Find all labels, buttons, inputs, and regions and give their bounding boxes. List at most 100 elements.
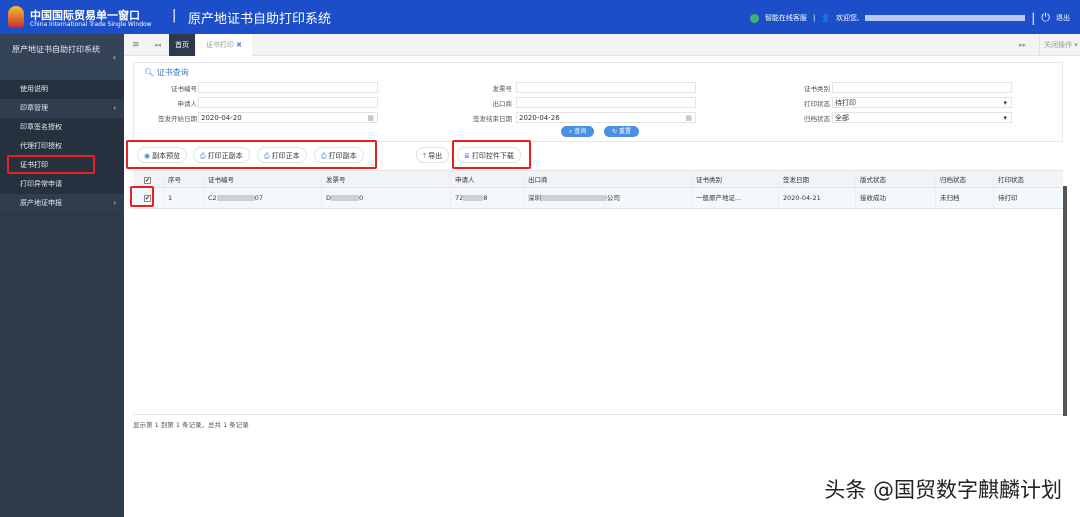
query-title: 🔍︎ 证书查询 (144, 67, 189, 78)
tab-back-icon[interactable]: ◂◂ (154, 34, 161, 56)
print-status-select[interactable]: 待打印 ▾ (832, 97, 1012, 108)
cell-no: 1 (163, 188, 172, 208)
sidebar-item-label: 原产地证申报 (20, 199, 62, 207)
search-button[interactable]: ⌕ 查询 (561, 126, 595, 137)
col-header: 证书编号 (203, 171, 234, 187)
archive-status-value: 全部 (835, 114, 849, 122)
sidebar-item-usage[interactable]: 使用说明 (0, 80, 124, 99)
sidebar-item-label: 打印异常申请 (20, 180, 62, 188)
table-header: ✔ 序号 证书编号 发票号 申请人 出口商 证书类别 签发日期 版式状态 归档状… (133, 170, 1063, 188)
highlight-box (452, 140, 531, 169)
sidebar-item-print-exception[interactable]: 打印异常申请 (0, 175, 124, 194)
pagination-summary: 显示第 1 到第 1 条记录，总共 1 条记录 (133, 421, 249, 429)
logout-button[interactable]: 退出 (1056, 13, 1070, 23)
calendar-icon[interactable]: ▦ (685, 113, 692, 123)
exporter-label: 出口商 (492, 100, 513, 108)
power-icon[interactable]: ⏻ (1041, 11, 1050, 25)
print-status-label: 打印状态 (804, 100, 830, 108)
query-title-text: 证书查询 (156, 68, 189, 77)
calendar-icon[interactable]: ▦ (367, 113, 374, 123)
export-button[interactable]: ⤒ 导出 (416, 147, 450, 163)
cell-print-status: 待打印 (993, 188, 1018, 208)
separator: | (1031, 11, 1036, 25)
tab-label: 证书打印 (205, 41, 234, 49)
archive-status-label: 归档状态 (804, 115, 830, 123)
invoice-no-input[interactable] (516, 82, 696, 93)
end-date-label: 签发结束日期 (473, 115, 512, 123)
col-header: 发票号 (321, 171, 346, 187)
welcome-text: 欢迎您, (836, 14, 860, 22)
text-part: 8 (483, 194, 488, 202)
applicant-input[interactable] (198, 97, 378, 108)
sidebar-item-label: 印章管理 (20, 104, 48, 112)
col-header: 归档状态 (935, 171, 966, 187)
tab-bar: ≡ ◂◂ 首页 证书打印 ✖ ▸▸ 关闭操作 ▾ (124, 34, 1080, 56)
text-part: 07 (254, 194, 263, 202)
cell-cert-type: 一般原产地证... (691, 188, 741, 208)
archive-status-select[interactable]: 全部 ▾ (832, 112, 1012, 123)
cert-type-input[interactable] (832, 82, 1012, 93)
col-header: 签发日期 (778, 171, 809, 187)
sidebar-item-proxy-print-auth[interactable]: 代理打印授权 (0, 137, 124, 156)
applicant-label: 申请人 (177, 100, 198, 108)
menu-icon[interactable]: ≡ (132, 34, 140, 56)
chevron-left-icon: ‹ (113, 104, 116, 112)
reset-label: 重置 (618, 128, 631, 135)
cert-no-input[interactable] (198, 82, 378, 93)
system-title: 原产地证书自助打印系统 (188, 12, 332, 27)
sidebar-title[interactable]: 原产地证书自助打印系统 ‹ (0, 34, 124, 80)
cell-cert-no: C2 07 (203, 188, 263, 208)
tab-forward-icon[interactable]: ▸▸ (1019, 34, 1026, 56)
cell-invoice: D0 (321, 188, 363, 208)
cell-archive-status: 未归档 (935, 188, 960, 208)
query-panel: 🔍︎ 证书查询 证书编号 发票号 证书类别 申请人 出口商 打印状态 待打印 ▾ … (133, 62, 1063, 142)
cell-date: 2020-04-21 (778, 188, 821, 208)
user-icon: 👤 (821, 14, 831, 22)
reset-button[interactable]: ↻ 重置 (604, 126, 639, 137)
sidebar-item-origin-declare[interactable]: 原产地证申报 ‹ (0, 194, 124, 213)
exporter-input[interactable] (516, 97, 696, 108)
upload-icon: ⤒ (423, 152, 427, 160)
print-status-value: 待打印 (835, 99, 856, 107)
table-row[interactable]: ✔ 1 C2 07 D0 72 8 深圳 公司 一般原产地证... 2020-04-2… (133, 188, 1063, 209)
sidebar-item-seal-auth[interactable]: 印章签名授权 (0, 118, 124, 137)
tab-home[interactable]: 首页 (169, 34, 195, 56)
logo-icon (8, 6, 24, 28)
end-date-input[interactable]: 2020-04-26 ▦ (516, 112, 696, 123)
separator: | (812, 14, 816, 22)
text-part: 深圳 (528, 194, 541, 202)
username-masked (865, 15, 1026, 21)
select-all-checkbox[interactable]: ✔ (144, 177, 151, 184)
separator: | (172, 8, 177, 23)
cell-format-status: 接收成功 (855, 188, 886, 208)
sidebar: 原产地证书自助打印系统 ‹ 使用说明 印章管理 ‹ 印章签名授权 代理打印授权 证书… (0, 34, 124, 517)
top-header: 中国国际贸易单一窗口 China International Trade Sin… (0, 0, 1080, 34)
sidebar-item-label: 代理打印授权 (20, 142, 62, 150)
chevron-left-icon: ‹ (113, 199, 116, 207)
search-icon: ⌕ (569, 128, 573, 135)
cert-type-label: 证书类别 (804, 85, 830, 93)
col-header: 序号 (163, 171, 181, 187)
online-service-link[interactable]: 智能在线客服 (765, 13, 807, 23)
service-icon[interactable] (749, 13, 759, 23)
brand-en: China International Trade Single Window (30, 21, 152, 28)
chevron-left-icon: ‹ (112, 53, 116, 62)
dropdown-arrow-icon: ▾ (1003, 114, 1007, 122)
sidebar-item-label: 印章签名授权 (20, 123, 62, 131)
tab-cert-print[interactable]: 证书打印 ✖ (196, 34, 252, 56)
end-date-value: 2020-04-26 (519, 114, 560, 122)
search-icon: 🔍︎ (144, 68, 155, 77)
btn-label: 导出 (428, 152, 443, 160)
scrollbar[interactable] (1063, 186, 1067, 416)
close-icon[interactable]: ✖ (236, 41, 242, 49)
close-ops-label: 关闭操作 (1044, 41, 1072, 49)
divider (133, 414, 1063, 415)
close-operations-dropdown[interactable]: 关闭操作 ▾ (1039, 34, 1078, 56)
sidebar-item-label: 使用说明 (20, 85, 48, 93)
start-date-value: 2020-04-20 (201, 114, 242, 122)
search-label: 查询 (574, 128, 587, 135)
sidebar-item-seal-management[interactable]: 印章管理 ‹ (0, 99, 124, 118)
highlight-box (7, 155, 95, 174)
refresh-icon: ↻ (612, 128, 618, 135)
start-date-input[interactable]: 2020-04-20 ▦ (198, 112, 378, 123)
